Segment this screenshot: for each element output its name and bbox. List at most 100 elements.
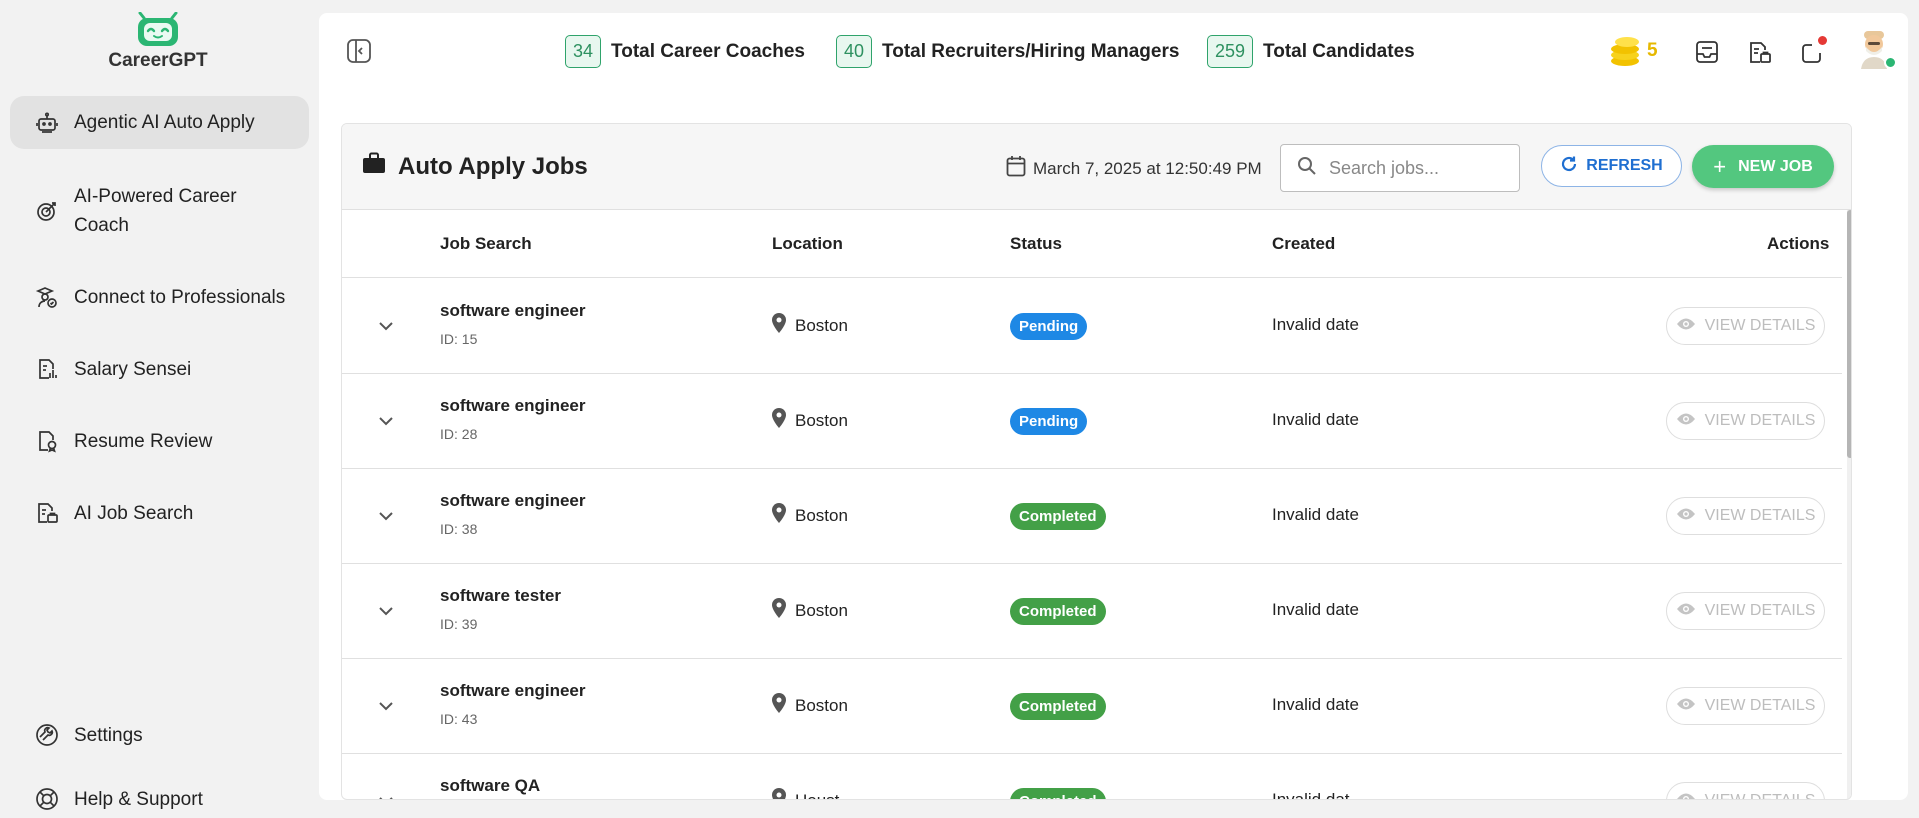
view-details-label: VIEW DETAILS: [1705, 792, 1816, 799]
view-details-button[interactable]: VIEW DETAILS: [1666, 687, 1825, 725]
view-details-button[interactable]: VIEW DETAILS: [1666, 307, 1825, 345]
created-date: Invalid date: [1272, 505, 1359, 524]
table-row[interactable]: software engineer ID: 15 Boston Pending …: [342, 279, 1842, 374]
status-badge: Completed: [1010, 598, 1106, 625]
job-title: software engineer: [440, 396, 586, 415]
column-header-job-search[interactable]: Job Search: [440, 234, 532, 254]
view-details-button[interactable]: VIEW DETAILS: [1666, 782, 1825, 799]
main-panel: 34 Total Career Coaches 40 Total Recruit…: [319, 13, 1908, 800]
coins-count: 5: [1647, 40, 1658, 61]
sidebar-item-ai-career-coach[interactable]: AI-Powered Career Coach: [10, 180, 309, 242]
refresh-label: REFRESH: [1586, 157, 1663, 174]
stat-label: Total Recruiters/Hiring Managers: [882, 40, 1180, 62]
target-icon: [34, 198, 60, 224]
app-logo[interactable]: CareerGPT: [108, 11, 208, 72]
sidebar-item-label: AI-Powered Career Coach: [74, 186, 237, 236]
sidebar-item-label: AI Job Search: [74, 502, 194, 524]
view-details-button[interactable]: VIEW DETAILS: [1666, 592, 1825, 630]
status-badge: Pending: [1010, 313, 1088, 340]
job-location: Boston: [772, 598, 848, 623]
job-location: Boston: [772, 503, 848, 528]
search-box[interactable]: [1280, 144, 1520, 192]
job-id: ID: 43: [440, 711, 478, 727]
card-header: Auto Apply Jobs March 7, 2025 at 12:50:4…: [342, 124, 1851, 210]
scrollbar-thumb[interactable]: [1847, 210, 1851, 458]
table-row[interactable]: software engineer ID: 28 Boston Pending …: [342, 374, 1842, 469]
table-header: Job Search Location Status Created Actio…: [342, 210, 1842, 278]
notification-dot: [1818, 36, 1827, 45]
sidebar-item-help-support[interactable]: Help & Support: [10, 784, 309, 814]
sidebar-item-ai-job-search[interactable]: AI Job Search: [10, 498, 309, 528]
eye-icon: [1676, 317, 1696, 336]
expand-row-chevron-icon[interactable]: [372, 692, 400, 720]
view-details-button[interactable]: VIEW DETAILS: [1666, 497, 1825, 535]
graduate-icon: [34, 284, 60, 310]
expand-row-chevron-icon[interactable]: [372, 787, 400, 799]
view-details-button[interactable]: VIEW DETAILS: [1666, 402, 1825, 440]
stat-candidates: 259 Total Candidates: [1207, 35, 1415, 68]
job-location: Boston: [772, 313, 848, 338]
location-text: Boston: [795, 505, 848, 525]
job-title: software engineer: [440, 301, 586, 320]
inbox-icon[interactable]: [1694, 39, 1720, 65]
table-row[interactable]: software engineer ID: 38 Boston Complete…: [342, 469, 1842, 564]
job-id: ID: 38: [440, 521, 478, 537]
table-scrollbar[interactable]: [1847, 210, 1851, 799]
coins-balance[interactable]: 5: [1609, 31, 1669, 71]
search-input[interactable]: [1329, 157, 1509, 179]
table-row[interactable]: software tester ID: 39 Boston Completed …: [342, 564, 1842, 659]
table-row[interactable]: software QA Houst Completed Invalid dat …: [342, 754, 1842, 800]
created-date: Invalid date: [1272, 410, 1359, 429]
calendar-icon: [1006, 155, 1026, 182]
created-date: Invalid dat: [1272, 790, 1350, 800]
user-avatar[interactable]: [1855, 27, 1897, 71]
wrench-icon: [34, 722, 60, 748]
sidebar-item-agentic-ai-auto-apply[interactable]: Agentic AI Auto Apply: [10, 96, 309, 149]
table-row[interactable]: software engineer ID: 43 Boston Complete…: [342, 659, 1842, 754]
location-text: Boston: [795, 315, 848, 335]
column-header-created[interactable]: Created: [1272, 234, 1335, 254]
column-header-status[interactable]: Status: [1010, 234, 1062, 254]
new-job-button[interactable]: + NEW JOB: [1692, 145, 1834, 188]
expand-row-chevron-icon[interactable]: [372, 597, 400, 625]
job-title: software tester: [440, 586, 561, 605]
sidebar-toggle-icon[interactable]: [345, 37, 373, 65]
sidebar-item-label: Help & Support: [74, 788, 203, 810]
stat-count-badge: 40: [836, 35, 873, 68]
notification-icon[interactable]: [1799, 36, 1827, 65]
sidebar-item-salary-sensei[interactable]: Salary Sensei: [10, 354, 309, 384]
online-status-dot: [1884, 56, 1897, 69]
location-text: Boston: [795, 695, 848, 715]
sidebar-item-settings[interactable]: Settings: [10, 720, 309, 750]
location-pin-icon: [772, 408, 786, 433]
created-date: Invalid date: [1272, 695, 1359, 714]
search-icon: [1297, 156, 1317, 181]
location-pin-icon: [772, 693, 786, 718]
job-location: Boston: [772, 408, 848, 433]
sidebar-item-label: Resume Review: [74, 430, 213, 452]
robot-icon: [34, 110, 60, 136]
timestamp-text: March 7, 2025 at 12:50:49 PM: [1033, 158, 1262, 178]
expand-row-chevron-icon[interactable]: [372, 407, 400, 435]
location-pin-icon: [772, 598, 786, 623]
stat-count-badge: 259: [1207, 35, 1254, 68]
sidebar: CareerGPT Agentic AI Auto Apply AI-Power…: [0, 0, 320, 818]
refresh-icon: [1560, 155, 1578, 178]
document-badge-icon: [34, 428, 60, 454]
stat-recruiters: 40 Total Recruiters/Hiring Managers: [836, 35, 1179, 68]
clipboard-list-icon[interactable]: [1747, 39, 1773, 65]
new-job-label: NEW JOB: [1738, 157, 1813, 175]
auto-apply-jobs-card: Auto Apply Jobs March 7, 2025 at 12:50:4…: [341, 123, 1852, 800]
expand-row-chevron-icon[interactable]: [372, 502, 400, 530]
view-details-label: VIEW DETAILS: [1704, 507, 1816, 524]
expand-row-chevron-icon[interactable]: [372, 312, 400, 340]
sidebar-item-resume-review[interactable]: Resume Review: [10, 426, 309, 456]
location-text: Boston: [795, 600, 848, 620]
sidebar-item-connect-to-professionals[interactable]: Connect to Professionals: [10, 282, 309, 312]
refresh-button[interactable]: REFRESH: [1541, 145, 1682, 187]
status-badge: Completed: [1010, 693, 1106, 720]
location-text: Houst: [795, 790, 840, 800]
column-header-location[interactable]: Location: [772, 234, 843, 254]
location-pin-icon: [772, 788, 786, 799]
stat-count-badge: 34: [565, 35, 602, 68]
